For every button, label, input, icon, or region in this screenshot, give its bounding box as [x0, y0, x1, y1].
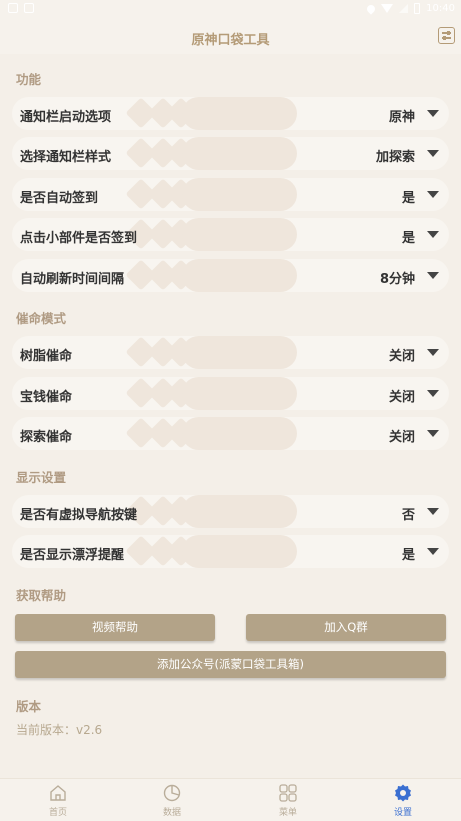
setting-row-floating-reminder[interactable]: 是否显示漂浮提醒 是 — [12, 535, 449, 568]
nav-tab-home[interactable]: 首页 — [28, 783, 88, 818]
nav-label: 数据 — [162, 808, 181, 818]
status-bar: 10:40 — [0, 0, 461, 20]
chevron-down-icon[interactable] — [427, 150, 439, 157]
status-time: 10:40 — [426, 3, 455, 14]
location-icon — [365, 2, 377, 15]
setting-row-auto-signin[interactable]: 是否自动签到 是 — [12, 178, 449, 211]
nav-label: 菜单 — [278, 808, 297, 818]
chevron-down-icon[interactable] — [427, 231, 439, 238]
app-notification-icon — [24, 3, 34, 13]
section-title-get-help: 获取帮助 — [16, 588, 67, 603]
section-title-reminder-mode: 催命模式 — [16, 311, 67, 326]
nav-tab-data[interactable]: 数据 — [142, 783, 202, 818]
nav-tab-settings[interactable]: 设置 — [373, 783, 433, 818]
setting-row-expedition-reminder[interactable]: 探索催命 关闭 — [12, 417, 449, 450]
chevron-down-icon[interactable] — [427, 508, 439, 515]
setting-value: 加探索 — [375, 150, 415, 165]
setting-row-widget-signin[interactable]: 点击小部件是否签到 是 — [12, 218, 449, 251]
setting-row-notification-style[interactable]: 选择通知栏样式 加探索 — [12, 137, 449, 170]
setting-label: 树脂催命 — [20, 349, 73, 364]
home-icon — [50, 785, 66, 801]
wifi-icon — [381, 4, 394, 13]
setting-label: 是否自动签到 — [20, 191, 99, 206]
chevron-down-icon[interactable] — [427, 349, 439, 356]
setting-value: 是 — [401, 548, 415, 563]
setting-label: 是否显示漂浮提醒 — [20, 548, 125, 563]
section-title-version: 版本 — [16, 699, 42, 714]
setting-label: 自动刷新时间间隔 — [20, 272, 125, 287]
bottom-navigation: 首页 数据 菜单 设置 — [0, 778, 461, 821]
nav-label: 设置 — [393, 808, 412, 818]
nav-tab-menu[interactable]: 菜单 — [258, 783, 318, 818]
setting-value: 是 — [401, 231, 415, 246]
notification-icon — [8, 3, 18, 13]
setting-row-notification-launch[interactable]: 通知栏启动选项 原神 — [12, 97, 449, 130]
video-help-button[interactable]: 视频帮助 — [15, 614, 215, 641]
setting-label: 宝钱催命 — [20, 390, 73, 405]
section-title-features: 功能 — [16, 72, 42, 87]
pie-chart-icon — [163, 784, 181, 802]
setting-label: 点击小部件是否签到 — [20, 231, 138, 246]
setting-value: 原神 — [388, 110, 415, 125]
signal-icon — [399, 4, 409, 13]
setting-value: 关闭 — [388, 430, 415, 445]
add-official-account-button[interactable]: 添加公众号(派蒙口袋工具箱) — [15, 651, 446, 678]
chevron-down-icon[interactable] — [427, 110, 439, 117]
nav-label: 首页 — [48, 808, 67, 818]
filter-settings-icon[interactable] — [438, 27, 455, 44]
chevron-down-icon[interactable] — [427, 430, 439, 437]
setting-value: 是 — [401, 191, 415, 206]
setting-row-refresh-interval[interactable]: 自动刷新时间间隔 8分钟 — [12, 259, 449, 292]
current-version-text: 当前版本：v2.6 — [16, 723, 103, 737]
setting-label: 是否有虚拟导航按键 — [20, 508, 138, 523]
setting-label: 通知栏启动选项 — [20, 110, 112, 125]
setting-label: 选择通知栏样式 — [20, 150, 112, 165]
setting-label: 探索催命 — [20, 430, 73, 445]
setting-value: 8分钟 — [379, 272, 415, 287]
setting-row-virtual-nav-keys[interactable]: 是否有虚拟导航按键 否 — [12, 495, 449, 528]
setting-value: 否 — [401, 508, 415, 523]
chevron-down-icon[interactable] — [427, 390, 439, 397]
setting-value: 关闭 — [388, 349, 415, 364]
chevron-down-icon[interactable] — [427, 191, 439, 198]
join-qq-group-button[interactable]: 加入Q群 — [246, 614, 446, 641]
chevron-down-icon[interactable] — [427, 548, 439, 555]
setting-row-coin-reminder[interactable]: 宝钱催命 关闭 — [12, 377, 449, 410]
app-header: 原神口袋工具 — [0, 20, 461, 54]
setting-row-resin-reminder[interactable]: 树脂催命 关闭 — [12, 336, 449, 369]
grid-icon — [279, 784, 297, 802]
battery-icon — [414, 3, 421, 14]
setting-value: 关闭 — [388, 390, 415, 405]
gear-icon — [395, 784, 411, 802]
chevron-down-icon[interactable] — [427, 272, 439, 279]
section-title-display-settings: 显示设置 — [16, 470, 67, 485]
page-title: 原神口袋工具 — [191, 33, 270, 48]
